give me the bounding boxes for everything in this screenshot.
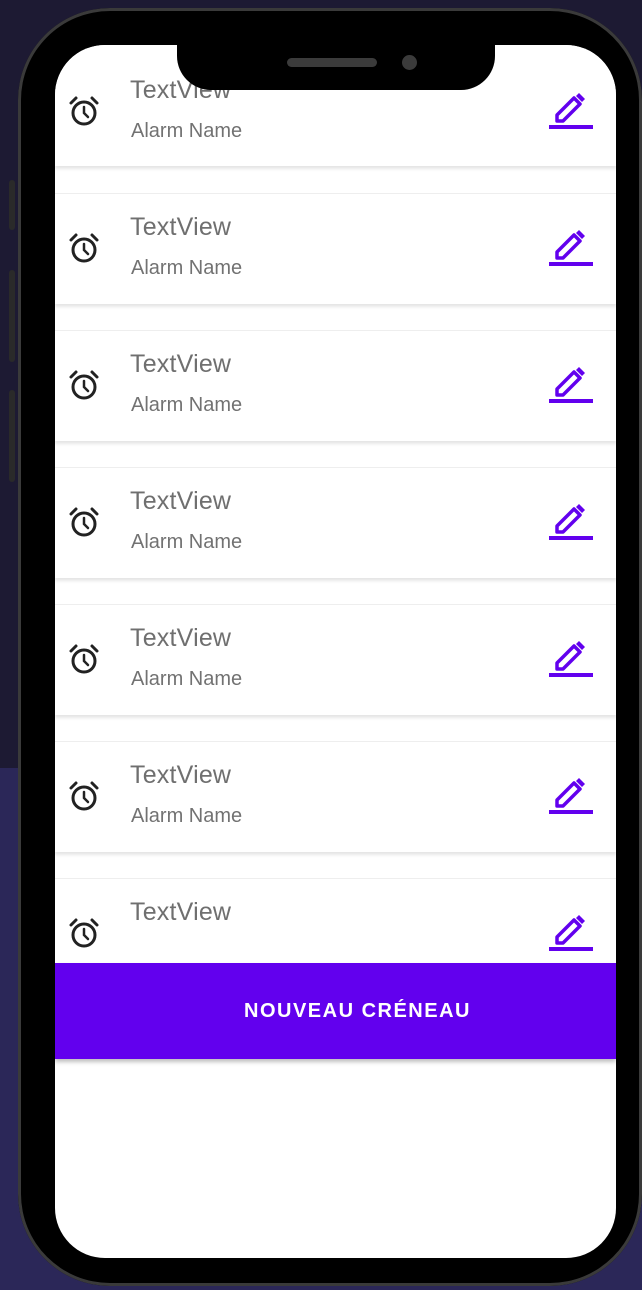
alarm-clock-icon bbox=[67, 916, 101, 950]
alarm-card[interactable]: TextView Alarm Name bbox=[55, 467, 616, 578]
front-camera bbox=[402, 55, 417, 70]
pencil-edit-icon[interactable] bbox=[549, 85, 593, 130]
pencil-edit-icon[interactable] bbox=[549, 496, 593, 541]
side-button bbox=[9, 270, 15, 362]
alarm-clock-icon bbox=[67, 231, 101, 265]
alarm-clock-icon bbox=[67, 505, 101, 539]
alarm-clock-icon bbox=[67, 642, 101, 676]
alarm-clock-icon bbox=[67, 779, 101, 813]
alarm-title: TextView bbox=[130, 213, 232, 241]
alarm-card[interactable]: TextView Alarm Name bbox=[55, 330, 616, 441]
alarm-clock-icon bbox=[67, 368, 101, 402]
alarm-clock-icon bbox=[67, 94, 101, 128]
alarm-title: TextView bbox=[130, 624, 232, 652]
side-button bbox=[9, 390, 15, 482]
alarm-card[interactable]: TextView Alarm Name bbox=[55, 604, 616, 715]
notch bbox=[177, 45, 495, 90]
alarm-card[interactable]: TextView Alarm Name bbox=[55, 741, 616, 852]
alarm-name: Alarm Name bbox=[131, 531, 243, 553]
alarm-name: Alarm Name bbox=[131, 120, 243, 142]
alarm-title: TextView bbox=[130, 761, 232, 789]
new-slot-button[interactable]: NOUVEAU CRÉNEAU bbox=[55, 963, 616, 1059]
speaker bbox=[287, 58, 377, 67]
alarm-name: Alarm Name bbox=[131, 668, 243, 690]
alarm-name: Alarm Name bbox=[131, 394, 243, 416]
alarm-title: TextView bbox=[130, 898, 232, 926]
pencil-edit-icon[interactable] bbox=[549, 633, 593, 678]
pencil-edit-icon[interactable] bbox=[549, 359, 593, 404]
alarm-title: TextView bbox=[130, 487, 232, 515]
app-screen: TextView Alarm Name TextView Alarm Name Text… bbox=[55, 45, 616, 1258]
pencil-edit-icon[interactable] bbox=[549, 770, 593, 815]
pencil-edit-icon[interactable] bbox=[549, 222, 593, 267]
alarm-name: Alarm Name bbox=[131, 257, 243, 279]
alarm-card[interactable]: TextView Alarm Name bbox=[55, 193, 616, 304]
pencil-edit-icon[interactable] bbox=[549, 907, 593, 952]
alarm-title: TextView bbox=[130, 350, 232, 378]
side-button bbox=[9, 180, 15, 230]
alarm-name: Alarm Name bbox=[131, 805, 243, 827]
